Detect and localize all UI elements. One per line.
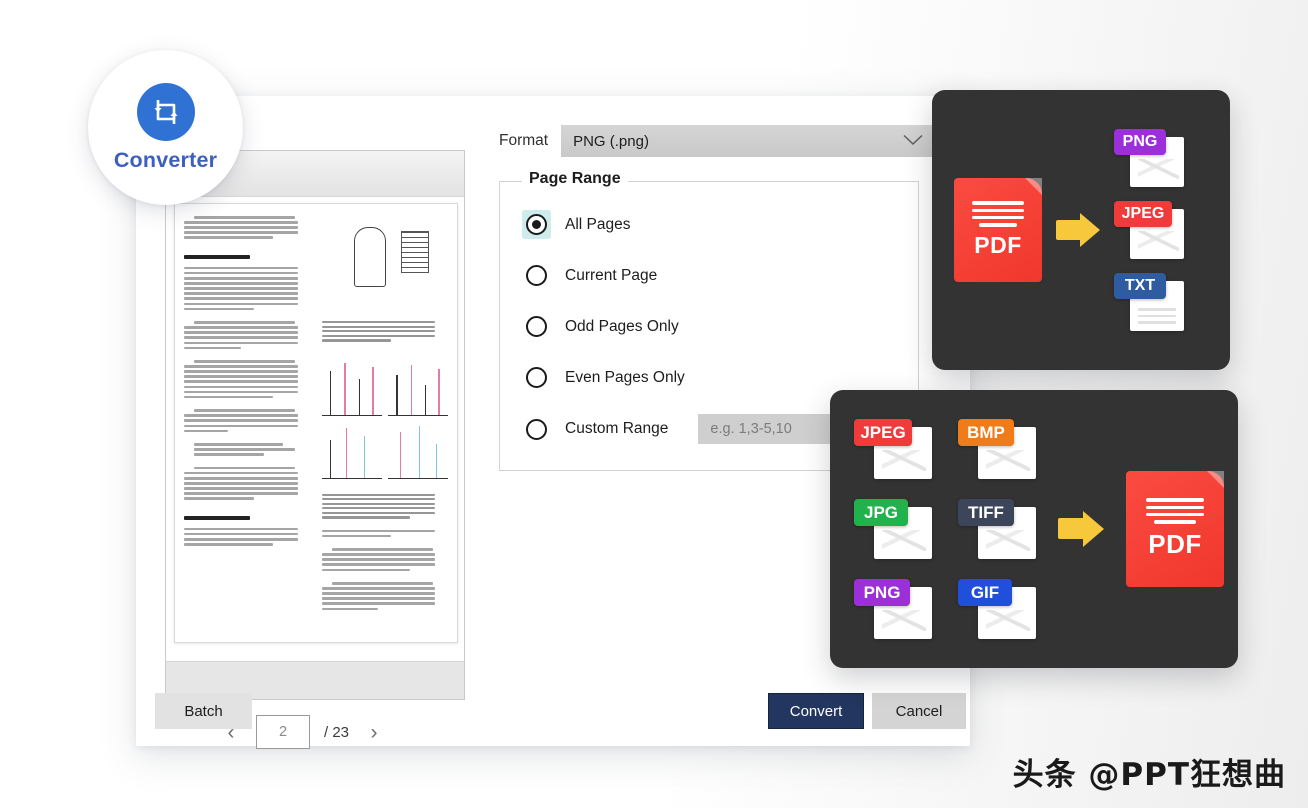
file-card-label: PNG: [854, 579, 910, 606]
pdf-source-icon: PDF: [954, 178, 1042, 282]
format-dropdown[interactable]: PNG (.png): [561, 125, 938, 157]
radio-option-even-pages-only[interactable]: Even Pages Only: [522, 363, 918, 392]
file-card-jpg: JPG: [854, 499, 932, 559]
radio-indicator: [522, 261, 551, 290]
document-page-thumbnail: [174, 203, 458, 643]
file-card-label: GIF: [958, 579, 1012, 606]
file-card-jpeg: JPEG: [854, 419, 932, 479]
watermark-text: 头条 @PPT狂想曲: [1012, 757, 1286, 793]
file-card-label: JPG: [854, 499, 908, 526]
file-card-jpeg: JPEG: [1114, 201, 1184, 259]
image-to-pdf-panel: JPEG BMP JPG TIFF PNG GIF PDF: [830, 390, 1238, 668]
arrow-right-icon: [1058, 511, 1104, 547]
convert-button[interactable]: Convert: [768, 693, 864, 729]
source-format-grid: JPEG BMP JPG TIFF PNG GIF: [854, 419, 1036, 639]
next-page-button[interactable]: ›: [363, 719, 385, 745]
radio-label: Even Pages Only: [565, 368, 685, 386]
file-card-png: PNG: [854, 579, 932, 639]
figure-diagram-1: [322, 221, 449, 307]
pdf-target-label: PDF: [1148, 528, 1202, 559]
cancel-button[interactable]: Cancel: [872, 693, 966, 729]
radio-option-all-pages[interactable]: All Pages: [522, 210, 918, 239]
radio-label: All Pages: [565, 215, 631, 233]
document-column-right: [321, 216, 449, 630]
total-pages-label: / 23: [324, 723, 350, 741]
radio-label: Current Page: [565, 266, 658, 284]
converter-logo-badge: Converter: [88, 50, 243, 205]
batch-button[interactable]: Batch: [155, 693, 252, 729]
file-card-label: JPEG: [1114, 201, 1172, 227]
format-selected-value: PNG (.png): [573, 132, 649, 150]
format-label: Format: [499, 132, 549, 149]
radio-label: Odd Pages Only: [565, 317, 679, 335]
radio-indicator: [522, 415, 551, 444]
file-card-png: PNG: [1114, 129, 1184, 187]
file-card-txt: TXT: [1114, 273, 1184, 331]
radio-indicator: [522, 363, 551, 392]
file-card-label: JPEG: [854, 419, 912, 446]
pdf-source-label: PDF: [974, 231, 1022, 258]
file-card-label: PNG: [1114, 129, 1166, 155]
format-row: Format PNG (.png): [499, 125, 938, 157]
radio-indicator: [522, 210, 551, 239]
radio-label: Custom Range: [565, 420, 669, 437]
pdf-to-image-panel: PDF PNG JPEG TXT: [932, 90, 1230, 370]
document-column-left: [184, 216, 311, 630]
radio-indicator: [522, 312, 551, 341]
radio-option-odd-pages-only[interactable]: Odd Pages Only: [522, 312, 918, 341]
figure-plots: [321, 359, 448, 479]
file-card-label: BMP: [958, 419, 1014, 446]
file-card-label: TXT: [1114, 273, 1166, 299]
pdf-target-icon: PDF: [1126, 471, 1224, 587]
converter-logo-text: Converter: [113, 147, 218, 172]
page-number-input[interactable]: 2: [256, 715, 310, 749]
file-card-label: TIFF: [958, 499, 1014, 526]
file-card-bmp: BMP: [958, 419, 1036, 479]
document-preview-pane[interactable]: [165, 150, 465, 700]
target-format-list: PNG JPEG TXT: [1114, 129, 1184, 331]
convert-cycle-icon: [136, 82, 195, 141]
file-card-gif: GIF: [958, 579, 1036, 639]
page-range-legend: Page Range: [522, 170, 628, 188]
chevron-down-icon: [903, 134, 923, 149]
radio-option-current-page[interactable]: Current Page: [522, 261, 918, 290]
arrow-right-icon: [1056, 213, 1100, 247]
file-card-tiff: TIFF: [958, 499, 1036, 559]
